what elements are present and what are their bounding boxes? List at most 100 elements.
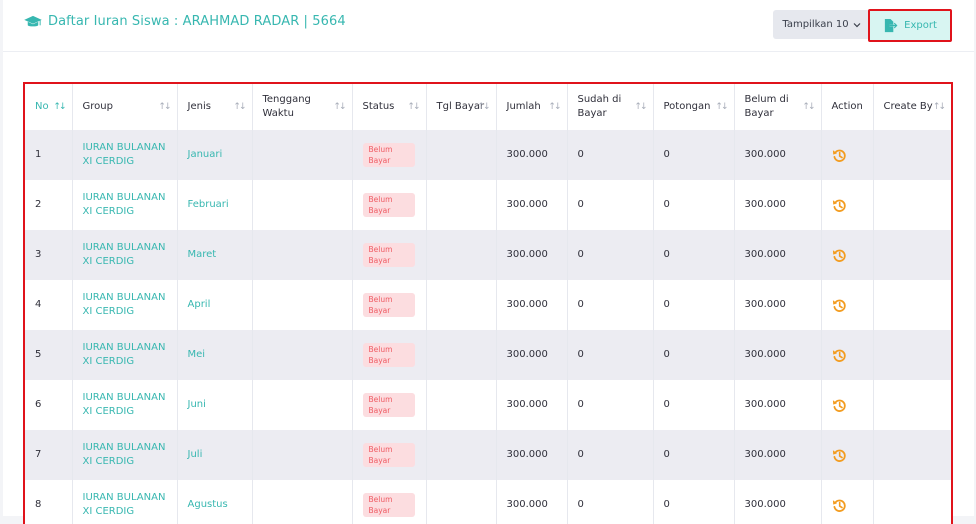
history-icon[interactable] bbox=[832, 298, 847, 313]
cell-action bbox=[821, 430, 874, 480]
column-header-status[interactable]: Status ↑↓ bbox=[352, 84, 427, 130]
jenis-link[interactable]: Januari bbox=[188, 149, 223, 160]
cell-tgl-bayar bbox=[426, 380, 497, 430]
jenis-link[interactable]: Maret bbox=[188, 249, 217, 260]
cell-group: IURAN BULANAN XI CERDIG bbox=[72, 380, 178, 430]
chevron-down-icon bbox=[853, 22, 861, 27]
column-header-sudah-di-bayar[interactable]: Sudah di Bayar ↑↓ bbox=[567, 84, 654, 130]
sort-arrows-icon: ↑↓ bbox=[802, 102, 815, 112]
graduation-cap-icon bbox=[24, 15, 42, 27]
group-link[interactable]: IURAN BULANAN XI CERDIG bbox=[83, 392, 166, 417]
cell-tgl-bayar bbox=[426, 230, 497, 280]
table-row: 4 IURAN BULANAN XI CERDIG April Belum Ba… bbox=[25, 280, 951, 330]
cell-jenis: Januari bbox=[177, 130, 253, 180]
cell-no: 8 bbox=[25, 480, 73, 524]
cell-jenis: Maret bbox=[177, 230, 253, 280]
column-header-belum-di-bayar[interactable]: Belum di Bayar ↑↓ bbox=[734, 84, 822, 130]
group-link[interactable]: IURAN BULANAN XI CERDIG bbox=[83, 342, 166, 367]
history-icon[interactable] bbox=[832, 248, 847, 263]
group-link[interactable]: IURAN BULANAN XI CERDIG bbox=[83, 192, 166, 217]
cell-create-by bbox=[873, 430, 951, 480]
cell-jumlah: 300.000 bbox=[496, 330, 568, 380]
cell-potongan: 0 bbox=[653, 230, 735, 280]
cell-belum-di-bayar: 300.000 bbox=[734, 280, 822, 330]
cell-jenis: Februari bbox=[177, 180, 253, 230]
sort-arrows-icon: ↑↓ bbox=[548, 102, 561, 112]
cell-tgl-bayar bbox=[426, 130, 497, 180]
cell-create-by bbox=[873, 480, 951, 524]
group-link[interactable]: IURAN BULANAN XI CERDIG bbox=[83, 142, 166, 167]
cell-belum-di-bayar: 300.000 bbox=[734, 480, 822, 524]
cell-no: 5 bbox=[25, 330, 73, 380]
jenis-link[interactable]: Februari bbox=[188, 199, 229, 210]
cell-tenggang-waktu bbox=[252, 430, 353, 480]
column-header-potongan[interactable]: Potongan ↑↓ bbox=[653, 84, 735, 130]
iuran-table-container: No ↑↓ Group ↑↓ Jenis ↑↓ Tenggang Waktu ↑↓ St… bbox=[23, 82, 953, 524]
column-header-label: Jenis bbox=[187, 101, 211, 112]
cell-jumlah: 300.000 bbox=[496, 130, 568, 180]
history-icon[interactable] bbox=[832, 348, 847, 363]
group-link[interactable]: IURAN BULANAN XI CERDIG bbox=[83, 492, 166, 517]
cell-tenggang-waktu bbox=[252, 130, 353, 180]
jenis-link[interactable]: Mei bbox=[188, 349, 206, 360]
column-header-label: Belum di Bayar bbox=[744, 94, 789, 119]
cell-tgl-bayar bbox=[426, 280, 497, 330]
column-header-jumlah[interactable]: Jumlah ↑↓ bbox=[496, 84, 568, 130]
column-header-tgl-bayar[interactable]: Tgl Bayar ↑↓ bbox=[426, 84, 497, 130]
cell-group: IURAN BULANAN XI CERDIG bbox=[72, 480, 178, 524]
cell-no: 4 bbox=[25, 280, 73, 330]
cell-status: Belum Bayar bbox=[352, 480, 427, 524]
cell-belum-di-bayar: 300.000 bbox=[734, 230, 822, 280]
column-header-create-by[interactable]: Create By ↑↓ bbox=[873, 84, 951, 130]
cell-tenggang-waktu bbox=[252, 230, 353, 280]
table-row: 2 IURAN BULANAN XI CERDIG Februari Belum… bbox=[25, 180, 951, 230]
column-header-group[interactable]: Group ↑↓ bbox=[72, 84, 178, 130]
page-size-label: Tampilkan 10 bbox=[782, 19, 849, 30]
page-title: Daftar Iuran Siswa : ARAHMAD RADAR | 566… bbox=[48, 14, 346, 29]
history-icon[interactable] bbox=[832, 148, 847, 163]
cell-potongan: 0 bbox=[653, 430, 735, 480]
group-link[interactable]: IURAN BULANAN XI CERDIG bbox=[83, 442, 166, 467]
cell-action bbox=[821, 130, 874, 180]
export-button[interactable]: Export bbox=[868, 9, 952, 42]
cell-group: IURAN BULANAN XI CERDIG bbox=[72, 230, 178, 280]
column-header-tenggang-waktu[interactable]: Tenggang Waktu ↑↓ bbox=[252, 84, 353, 130]
jenis-link[interactable]: Agustus bbox=[188, 499, 228, 510]
cell-tenggang-waktu bbox=[252, 380, 353, 430]
column-header-jenis[interactable]: Jenis ↑↓ bbox=[177, 84, 253, 130]
status-badge: Belum Bayar bbox=[362, 192, 415, 217]
cell-sudah-di-bayar: 0 bbox=[567, 230, 654, 280]
jenis-link[interactable]: Juli bbox=[188, 449, 203, 460]
history-icon[interactable] bbox=[832, 448, 847, 463]
cell-action bbox=[821, 230, 874, 280]
jenis-link[interactable]: April bbox=[188, 299, 211, 310]
status-badge: Belum Bayar bbox=[362, 392, 415, 417]
page-size-dropdown[interactable]: Tampilkan 10 bbox=[773, 10, 870, 39]
cell-potongan: 0 bbox=[653, 380, 735, 430]
column-header-label: Action bbox=[831, 101, 863, 112]
jenis-link[interactable]: Juni bbox=[188, 399, 206, 410]
cell-potongan: 0 bbox=[653, 180, 735, 230]
cell-jumlah: 300.000 bbox=[496, 380, 568, 430]
cell-belum-di-bayar: 300.000 bbox=[734, 130, 822, 180]
cell-status: Belum Bayar bbox=[352, 130, 427, 180]
cell-action bbox=[821, 180, 874, 230]
history-icon[interactable] bbox=[832, 498, 847, 513]
cell-status: Belum Bayar bbox=[352, 280, 427, 330]
card-header: Daftar Iuran Siswa : ARAHMAD RADAR | 566… bbox=[3, 0, 974, 52]
cell-action bbox=[821, 330, 874, 380]
column-header-label: Tenggang Waktu bbox=[262, 94, 311, 119]
cell-create-by bbox=[873, 280, 951, 330]
group-link[interactable]: IURAN BULANAN XI CERDIG bbox=[83, 292, 166, 317]
sort-arrows-icon: ↑↓ bbox=[715, 102, 728, 112]
cell-jenis: Juni bbox=[177, 380, 253, 430]
column-header-label: Sudah di Bayar bbox=[577, 94, 622, 119]
cell-potongan: 0 bbox=[653, 130, 735, 180]
column-header-no[interactable]: No ↑↓ bbox=[25, 84, 73, 130]
history-icon[interactable] bbox=[832, 398, 847, 413]
table-header-row: No ↑↓ Group ↑↓ Jenis ↑↓ Tenggang Waktu ↑↓ St… bbox=[25, 84, 951, 130]
group-link[interactable]: IURAN BULANAN XI CERDIG bbox=[83, 242, 166, 267]
table-row: 3 IURAN BULANAN XI CERDIG Maret Belum Ba… bbox=[25, 230, 951, 280]
history-icon[interactable] bbox=[832, 198, 847, 213]
cell-status: Belum Bayar bbox=[352, 180, 427, 230]
